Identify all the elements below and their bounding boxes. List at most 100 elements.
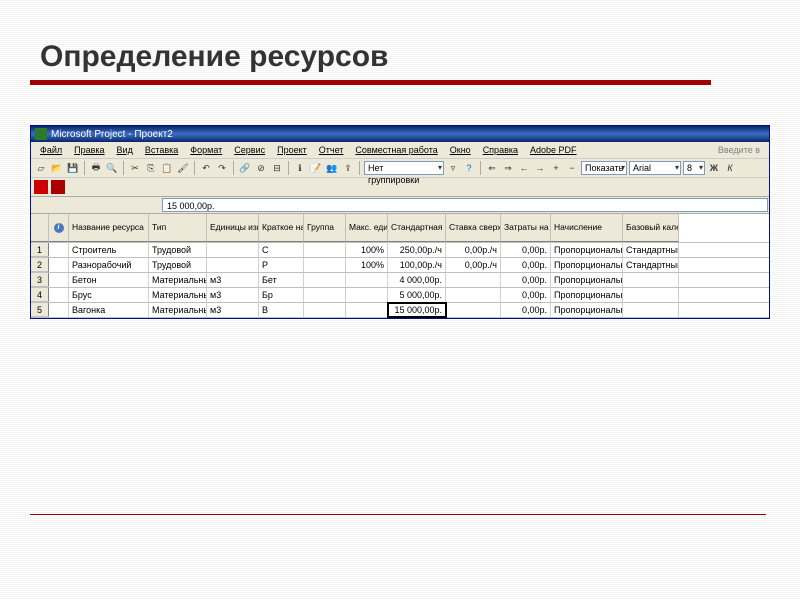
header-cal[interactable]: Базовый календарь: [623, 214, 679, 242]
cell-short[interactable]: Р: [259, 258, 304, 272]
header-max[interactable]: Макс. единиц: [346, 214, 388, 242]
menu-format[interactable]: Формат: [185, 144, 227, 156]
header-info[interactable]: i: [49, 214, 69, 242]
help-search-hint[interactable]: Введите в: [713, 144, 765, 156]
cell-group[interactable]: [304, 303, 346, 317]
cell-accr[interactable]: Пропорциональное: [551, 273, 623, 287]
show-combo[interactable]: Показать: [581, 161, 627, 175]
save-icon[interactable]: 💾: [66, 161, 80, 175]
cell-cal[interactable]: Стандартный: [623, 258, 679, 272]
cell-unit[interactable]: м3: [207, 303, 259, 317]
cell-name[interactable]: Бетон: [69, 273, 149, 287]
indent-icon[interactable]: →: [533, 161, 547, 175]
format-painter-icon[interactable]: 🖌: [176, 161, 190, 175]
cell-std[interactable]: 5 000,00р.: [388, 288, 446, 302]
cell-short[interactable]: С: [259, 243, 304, 257]
cell-accr[interactable]: Пропорциональное: [551, 288, 623, 302]
unlink-icon[interactable]: ⊘: [254, 161, 268, 175]
cell-cost[interactable]: 0,00р.: [501, 243, 551, 257]
menu-adobe-pdf[interactable]: Adobe PDF: [525, 144, 582, 156]
row-number[interactable]: 5: [31, 303, 49, 317]
cell-group[interactable]: [304, 258, 346, 272]
size-combo[interactable]: 8: [683, 161, 705, 175]
cell-over[interactable]: [446, 288, 501, 302]
cell-accr[interactable]: Пропорциональное: [551, 258, 623, 272]
cell-name[interactable]: Разнорабочий: [69, 258, 149, 272]
menu-window[interactable]: Окно: [445, 144, 476, 156]
pdf-icon-2[interactable]: [51, 180, 65, 194]
menu-project[interactable]: Проект: [272, 144, 312, 156]
header-name[interactable]: Название ресурса: [69, 214, 149, 242]
undo-icon[interactable]: ↶: [199, 161, 213, 175]
font-combo[interactable]: Arial: [629, 161, 681, 175]
cell-cal[interactable]: [623, 273, 679, 287]
corner-cell[interactable]: [31, 214, 49, 242]
cell-info[interactable]: [49, 243, 69, 257]
menu-file[interactable]: Файл: [35, 144, 67, 156]
italic-button[interactable]: К: [723, 161, 737, 175]
redo-icon[interactable]: ↷: [215, 161, 229, 175]
cell-max[interactable]: 100%: [346, 258, 388, 272]
cell-info[interactable]: [49, 273, 69, 287]
cell-name[interactable]: Брус: [69, 288, 149, 302]
bold-button[interactable]: Ж: [707, 161, 721, 175]
new-icon[interactable]: ▱: [34, 161, 48, 175]
cell-max[interactable]: [346, 288, 388, 302]
cell-type[interactable]: Материальный: [149, 273, 207, 287]
cell-cal[interactable]: Стандартный: [623, 243, 679, 257]
edit-field[interactable]: 15 000,00р.: [162, 198, 768, 212]
filter-icon[interactable]: ▿: [446, 161, 460, 175]
header-group[interactable]: Группа: [304, 214, 346, 242]
cell-max[interactable]: [346, 303, 388, 317]
cell-over[interactable]: 0,00р./ч: [446, 258, 501, 272]
publish-icon[interactable]: ⇪: [341, 161, 355, 175]
grouping-combo[interactable]: Нет группировки: [364, 161, 444, 175]
outdent-icon[interactable]: ←: [517, 161, 531, 175]
menu-collab[interactable]: Совместная работа: [350, 144, 442, 156]
split-icon[interactable]: ⊟: [270, 161, 284, 175]
menu-help[interactable]: Справка: [478, 144, 523, 156]
header-over[interactable]: Ставка сверхурочных: [446, 214, 501, 242]
cell-cost[interactable]: 0,00р.: [501, 288, 551, 302]
info-icon[interactable]: ℹ: [293, 161, 307, 175]
preview-icon[interactable]: 🔍: [105, 161, 119, 175]
cell-unit[interactable]: м3: [207, 273, 259, 287]
menu-edit[interactable]: Правка: [69, 144, 109, 156]
menu-insert[interactable]: Вставка: [140, 144, 183, 156]
row-number[interactable]: 1: [31, 243, 49, 257]
cell-group[interactable]: [304, 273, 346, 287]
link-icon[interactable]: 🔗: [238, 161, 252, 175]
header-unit[interactable]: Единицы измерения материалов: [207, 214, 259, 242]
cell-max[interactable]: [346, 273, 388, 287]
cell-unit[interactable]: [207, 243, 259, 257]
cell-short[interactable]: В: [259, 303, 304, 317]
cell-std[interactable]: 250,00р./ч: [388, 243, 446, 257]
row-number[interactable]: 3: [31, 273, 49, 287]
cell-std[interactable]: 4 000,00р.: [388, 273, 446, 287]
arrow-left-icon[interactable]: ⇐: [485, 161, 499, 175]
cell-short[interactable]: Бр: [259, 288, 304, 302]
cell-unit[interactable]: м3: [207, 288, 259, 302]
cell-cal[interactable]: [623, 303, 679, 317]
cell-type[interactable]: Материальный: [149, 303, 207, 317]
cell-name[interactable]: Вагонка: [69, 303, 149, 317]
cell-short[interactable]: Бет: [259, 273, 304, 287]
cell-info[interactable]: [49, 288, 69, 302]
header-std[interactable]: Стандартная ставка: [388, 214, 446, 242]
assign-icon[interactable]: 👥: [325, 161, 339, 175]
header-cost[interactable]: Затраты на использ.: [501, 214, 551, 242]
cell-info[interactable]: [49, 303, 69, 317]
header-type[interactable]: Тип: [149, 214, 207, 242]
cut-icon[interactable]: ✂: [128, 161, 142, 175]
cell-std-selected[interactable]: 15 000,00р.: [388, 303, 446, 317]
print-icon[interactable]: 🖶: [89, 161, 103, 175]
plus-icon[interactable]: +: [549, 161, 563, 175]
help-icon[interactable]: ?: [462, 161, 476, 175]
pdf-icon[interactable]: [34, 180, 48, 194]
open-icon[interactable]: 📂: [50, 161, 64, 175]
header-short[interactable]: Краткое название: [259, 214, 304, 242]
cell-over[interactable]: [446, 303, 501, 317]
copy-icon[interactable]: ⎘: [144, 161, 158, 175]
cell-over[interactable]: 0,00р./ч: [446, 243, 501, 257]
row-number[interactable]: 2: [31, 258, 49, 272]
